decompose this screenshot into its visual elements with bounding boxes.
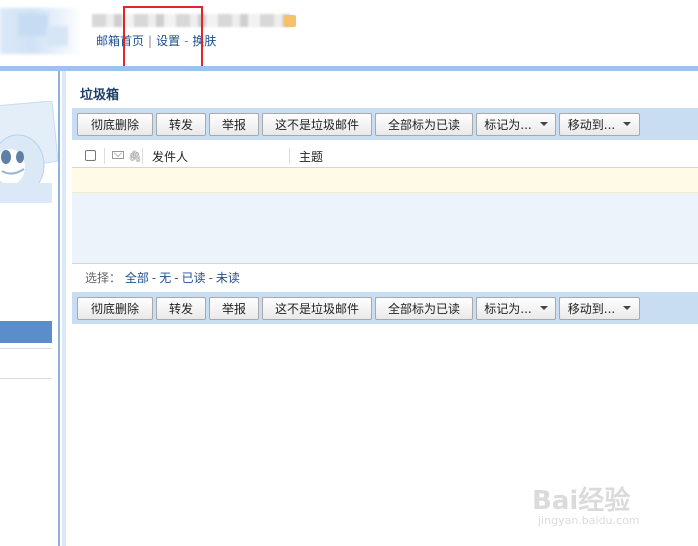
watermark-url: jingyan.baidu.com xyxy=(538,514,640,527)
list-item-empty xyxy=(72,168,698,193)
toolbar-bottom: 彻底删除 转发 举报 这不是垃圾邮件 全部标为已读 标记为... 移动到... xyxy=(72,292,698,324)
mark-as-label: 标记为... xyxy=(484,301,532,316)
separator: - xyxy=(184,34,189,48)
header: 邮箱首页 | 设置 - 换肤 xyxy=(0,0,698,84)
column-header-subject[interactable]: 主题 xyxy=(299,148,323,165)
mark-all-read-button[interactable]: 全部标为已读 xyxy=(375,112,473,136)
separator: - xyxy=(208,271,213,285)
select-none-link[interactable]: 无 xyxy=(159,271,171,285)
mark-as-label: 标记为... xyxy=(484,117,532,132)
column-header-sender[interactable]: 发件人 xyxy=(152,148,188,165)
sidebar-item-selected-folder[interactable] xyxy=(0,183,52,203)
report-button[interactable]: 举报 xyxy=(209,296,259,320)
separator: - xyxy=(174,271,179,285)
select-read-link[interactable]: 已读 xyxy=(182,271,206,285)
separator: | xyxy=(148,34,153,48)
top-links: 邮箱首页 | 设置 - 换肤 xyxy=(96,32,216,49)
select-unread-link[interactable]: 未读 xyxy=(216,271,240,285)
select-row: 选择： 全部 - 无 - 已读 - 未读 xyxy=(72,263,698,292)
select-label: 选择： xyxy=(85,271,122,285)
sidebar xyxy=(0,71,60,546)
mark-as-dropdown[interactable]: 标记为... xyxy=(476,112,556,136)
paperclip-icon: 🖇 xyxy=(128,150,142,163)
logo xyxy=(0,8,82,54)
chevron-down-icon xyxy=(539,306,548,310)
delete-permanently-button[interactable]: 彻底删除 xyxy=(77,112,153,136)
forward-button[interactable]: 转发 xyxy=(156,112,206,136)
inbox-home-link[interactable]: 邮箱首页 xyxy=(96,34,144,48)
column-divider xyxy=(289,148,290,164)
toolbar-top: 彻底删除 转发 举报 这不是垃圾邮件 全部标为已读 标记为... 移动到... xyxy=(72,108,698,140)
account-name-blurred xyxy=(92,14,290,27)
select-all-link[interactable]: 全部 xyxy=(125,271,149,285)
watermark-brand: Bai经验 xyxy=(532,486,631,516)
chevron-down-icon xyxy=(623,122,632,126)
select-all-checkbox[interactable] xyxy=(85,150,96,161)
page-title: 垃圾箱 xyxy=(80,88,120,103)
move-to-dropdown[interactable]: 移动到... xyxy=(559,112,640,136)
envelope-icon xyxy=(112,151,124,159)
not-spam-button[interactable]: 这不是垃圾邮件 xyxy=(262,296,372,320)
move-to-label: 移动到... xyxy=(567,117,616,132)
delete-permanently-button[interactable]: 彻底删除 xyxy=(77,296,153,320)
watermark: Bai经验 jingyan.baidu.com xyxy=(532,470,672,532)
report-button[interactable]: 举报 xyxy=(209,112,259,136)
move-to-label: 移动到... xyxy=(567,301,616,316)
chevron-down-icon xyxy=(623,306,632,310)
not-spam-button[interactable]: 这不是垃圾邮件 xyxy=(262,112,372,136)
mark-as-dropdown[interactable]: 标记为... xyxy=(476,296,556,320)
separator: - xyxy=(151,271,157,285)
column-divider xyxy=(142,148,143,164)
move-to-dropdown[interactable]: 移动到... xyxy=(559,296,640,320)
sidebar-divider xyxy=(0,348,52,349)
forward-button[interactable]: 转发 xyxy=(156,296,206,320)
sidebar-item-active[interactable] xyxy=(0,321,52,343)
list-header: 🖇 发件人 主题 xyxy=(72,145,698,168)
mail-list-body xyxy=(72,193,698,263)
sidebar-divider xyxy=(0,378,52,379)
skin-link[interactable]: 换肤 xyxy=(192,34,216,48)
chevron-down-icon xyxy=(539,122,548,126)
account-badge xyxy=(284,15,296,27)
settings-link[interactable]: 设置 xyxy=(156,34,180,48)
column-divider xyxy=(104,148,105,164)
mark-all-read-button[interactable]: 全部标为已读 xyxy=(375,296,473,320)
